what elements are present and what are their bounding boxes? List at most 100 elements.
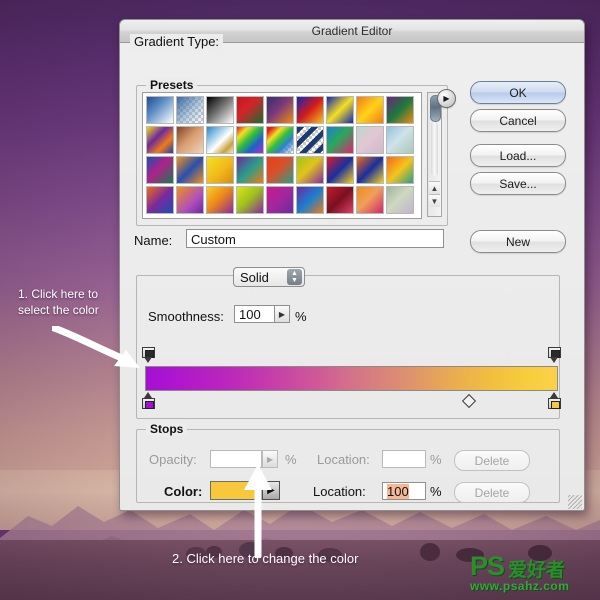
gradient-editor-dialog: Gradient Editor Presets ▲ ▼ ▶ OK Cancel … [119, 19, 585, 511]
resize-grip-icon[interactable] [568, 495, 582, 509]
preset-swatch-orange-pink[interactable] [356, 186, 384, 214]
dialog-title: Gradient Editor [312, 24, 393, 38]
preset-swatch-transparent-stripes[interactable] [296, 126, 324, 154]
preset-swatch-spectrum[interactable] [236, 126, 264, 154]
watermark-ps: PS [470, 551, 504, 582]
annotation-step-2: 2. Click here to change the color [172, 551, 432, 567]
preset-swatch-red-blue-yellow[interactable] [326, 156, 354, 184]
color-stop-left[interactable] [142, 392, 155, 409]
preset-swatch-pastel-pink[interactable] [356, 126, 384, 154]
opacity-location-input[interactable] [382, 450, 426, 468]
arrow-up-icon [238, 462, 278, 558]
smoothness-input[interactable]: 100 [234, 305, 274, 323]
cancel-button-label: Cancel [499, 114, 536, 128]
opacity-location-unit: % [430, 452, 442, 467]
presets-scrollbar[interactable]: ▲ ▼ [427, 92, 442, 217]
color-location-input[interactable]: 100 [382, 482, 426, 500]
preset-swatch-orange-violet[interactable] [176, 186, 204, 214]
stops-group: Stops Opacity: ▶ % Location: % Delete Co… [136, 429, 560, 503]
up-down-stepper-icon[interactable]: ▲▼ [287, 269, 302, 285]
presets-group: Presets ▲ ▼ [136, 85, 448, 226]
smoothness-label: Smoothness: [148, 309, 224, 324]
save-button[interactable]: Save... [470, 172, 566, 195]
preset-swatch-red-teal[interactable] [266, 156, 294, 184]
color-location-value: 100 [387, 484, 409, 499]
preset-swatch-violet-orange[interactable] [266, 96, 294, 124]
watermark-cn: 爱好者 [508, 555, 565, 582]
stop-pointer-icon [144, 357, 152, 363]
color-delete-button[interactable]: Delete [454, 482, 530, 503]
annotation-step-1: 1. Click here to select the color [18, 286, 118, 318]
preset-swatch-blue-red-yellow[interactable] [296, 96, 324, 124]
stop-color-chip [551, 401, 560, 409]
preset-swatch-yellow-violet-orange-blue[interactable] [146, 126, 174, 154]
opacity-location-label: Location: [317, 452, 370, 467]
preset-swatch-transparent-rainbow[interactable] [266, 126, 294, 154]
smoothness-dropdown-icon[interactable]: ▶ [274, 305, 290, 323]
preset-swatch-magenta-violet[interactable] [266, 186, 294, 214]
preset-swatch-pastel-blue[interactable] [386, 126, 414, 154]
preset-swatch-blue-magenta-green[interactable] [146, 156, 174, 184]
preset-swatch-grid[interactable] [143, 93, 421, 215]
preset-swatch-red-green[interactable] [236, 96, 264, 124]
watermark: PS 爱好者 www.psahz.com [470, 551, 596, 595]
preset-swatch-yellow-green-violet[interactable] [236, 186, 264, 214]
preset-swatch-yellow-gold[interactable] [206, 156, 234, 184]
preset-swatch-black-to-white[interactable] [206, 96, 234, 124]
color-location-unit: % [430, 484, 442, 499]
preset-swatch-green-yellow-violet[interactable] [296, 156, 324, 184]
opacity-delete-label: Delete [475, 454, 510, 468]
gradient-type-select[interactable]: Solid ▲▼ [233, 267, 305, 287]
preset-swatch-foreground-to-transparent[interactable] [176, 96, 204, 124]
ok-button[interactable]: OK [470, 81, 566, 104]
opacity-delete-button[interactable]: Delete [454, 450, 530, 471]
preset-swatch-violet-green-orange[interactable] [386, 96, 414, 124]
preset-swatch-pastel-sage[interactable] [386, 186, 414, 214]
preset-swatch-yellow-orange-violet[interactable] [206, 186, 234, 214]
scroll-up-icon[interactable]: ▲ [429, 181, 440, 194]
ok-button-label: OK [509, 86, 526, 100]
preset-swatch-blue-green-pink[interactable] [326, 126, 354, 154]
preset-swatch-orange-yellow-teal[interactable] [386, 156, 414, 184]
preset-swatch-foreground-to-background[interactable] [146, 96, 174, 124]
save-button-label: Save... [499, 177, 536, 191]
presets-menu-icon[interactable]: ▶ [437, 89, 456, 108]
preset-swatch-blue-yellow-blue[interactable] [326, 96, 354, 124]
preset-swatch-orange-yellow-orange[interactable] [356, 96, 384, 124]
load-button-label: Load... [500, 149, 537, 163]
stops-legend: Stops [146, 422, 187, 436]
preset-swatch-orange-blue[interactable] [176, 156, 204, 184]
color-delete-label: Delete [475, 486, 510, 500]
preset-swatch-violet-blue-orange[interactable] [296, 186, 324, 214]
smoothness-unit: % [295, 309, 307, 324]
preset-swatch-red-dark-red[interactable] [326, 186, 354, 214]
color-stop-right[interactable] [548, 392, 561, 409]
scrollbar-track[interactable] [431, 122, 438, 176]
gradient-type-value: Solid [240, 270, 269, 285]
stop-color-chip [145, 401, 154, 409]
name-label: Name: [134, 233, 172, 248]
opacity-unit: % [285, 452, 297, 467]
stop-pointer-icon [550, 357, 558, 363]
opacity-stop-right[interactable] [548, 347, 561, 364]
preset-swatch-violet-teal-orange[interactable] [236, 156, 264, 184]
preset-swatch-copper[interactable] [176, 126, 204, 154]
preset-swatch-orange-violet-blue[interactable] [146, 186, 174, 214]
color-location-label: Location: [313, 484, 366, 499]
preset-swatch-orange-blue-yellow[interactable] [356, 156, 384, 184]
load-button[interactable]: Load... [470, 144, 566, 167]
new-button[interactable]: New [470, 230, 566, 253]
scroll-down-icon[interactable]: ▼ [429, 194, 440, 207]
cancel-button[interactable]: Cancel [470, 109, 566, 132]
name-input[interactable]: Custom [186, 229, 444, 248]
presets-legend: Presets [146, 78, 197, 92]
opacity-stop-left[interactable] [142, 347, 155, 364]
watermark-url: www.psahz.com [470, 579, 596, 593]
color-label: Color: [164, 484, 202, 499]
gradient-type-group [136, 275, 560, 419]
preset-swatch-chrome[interactable] [206, 126, 234, 154]
gradient-preview-bar[interactable] [145, 366, 558, 391]
presets-list[interactable] [142, 92, 422, 219]
dialog-body: Presets ▲ ▼ ▶ OK Cancel Load... Save... [120, 43, 584, 511]
opacity-label: Opacity: [149, 452, 197, 467]
